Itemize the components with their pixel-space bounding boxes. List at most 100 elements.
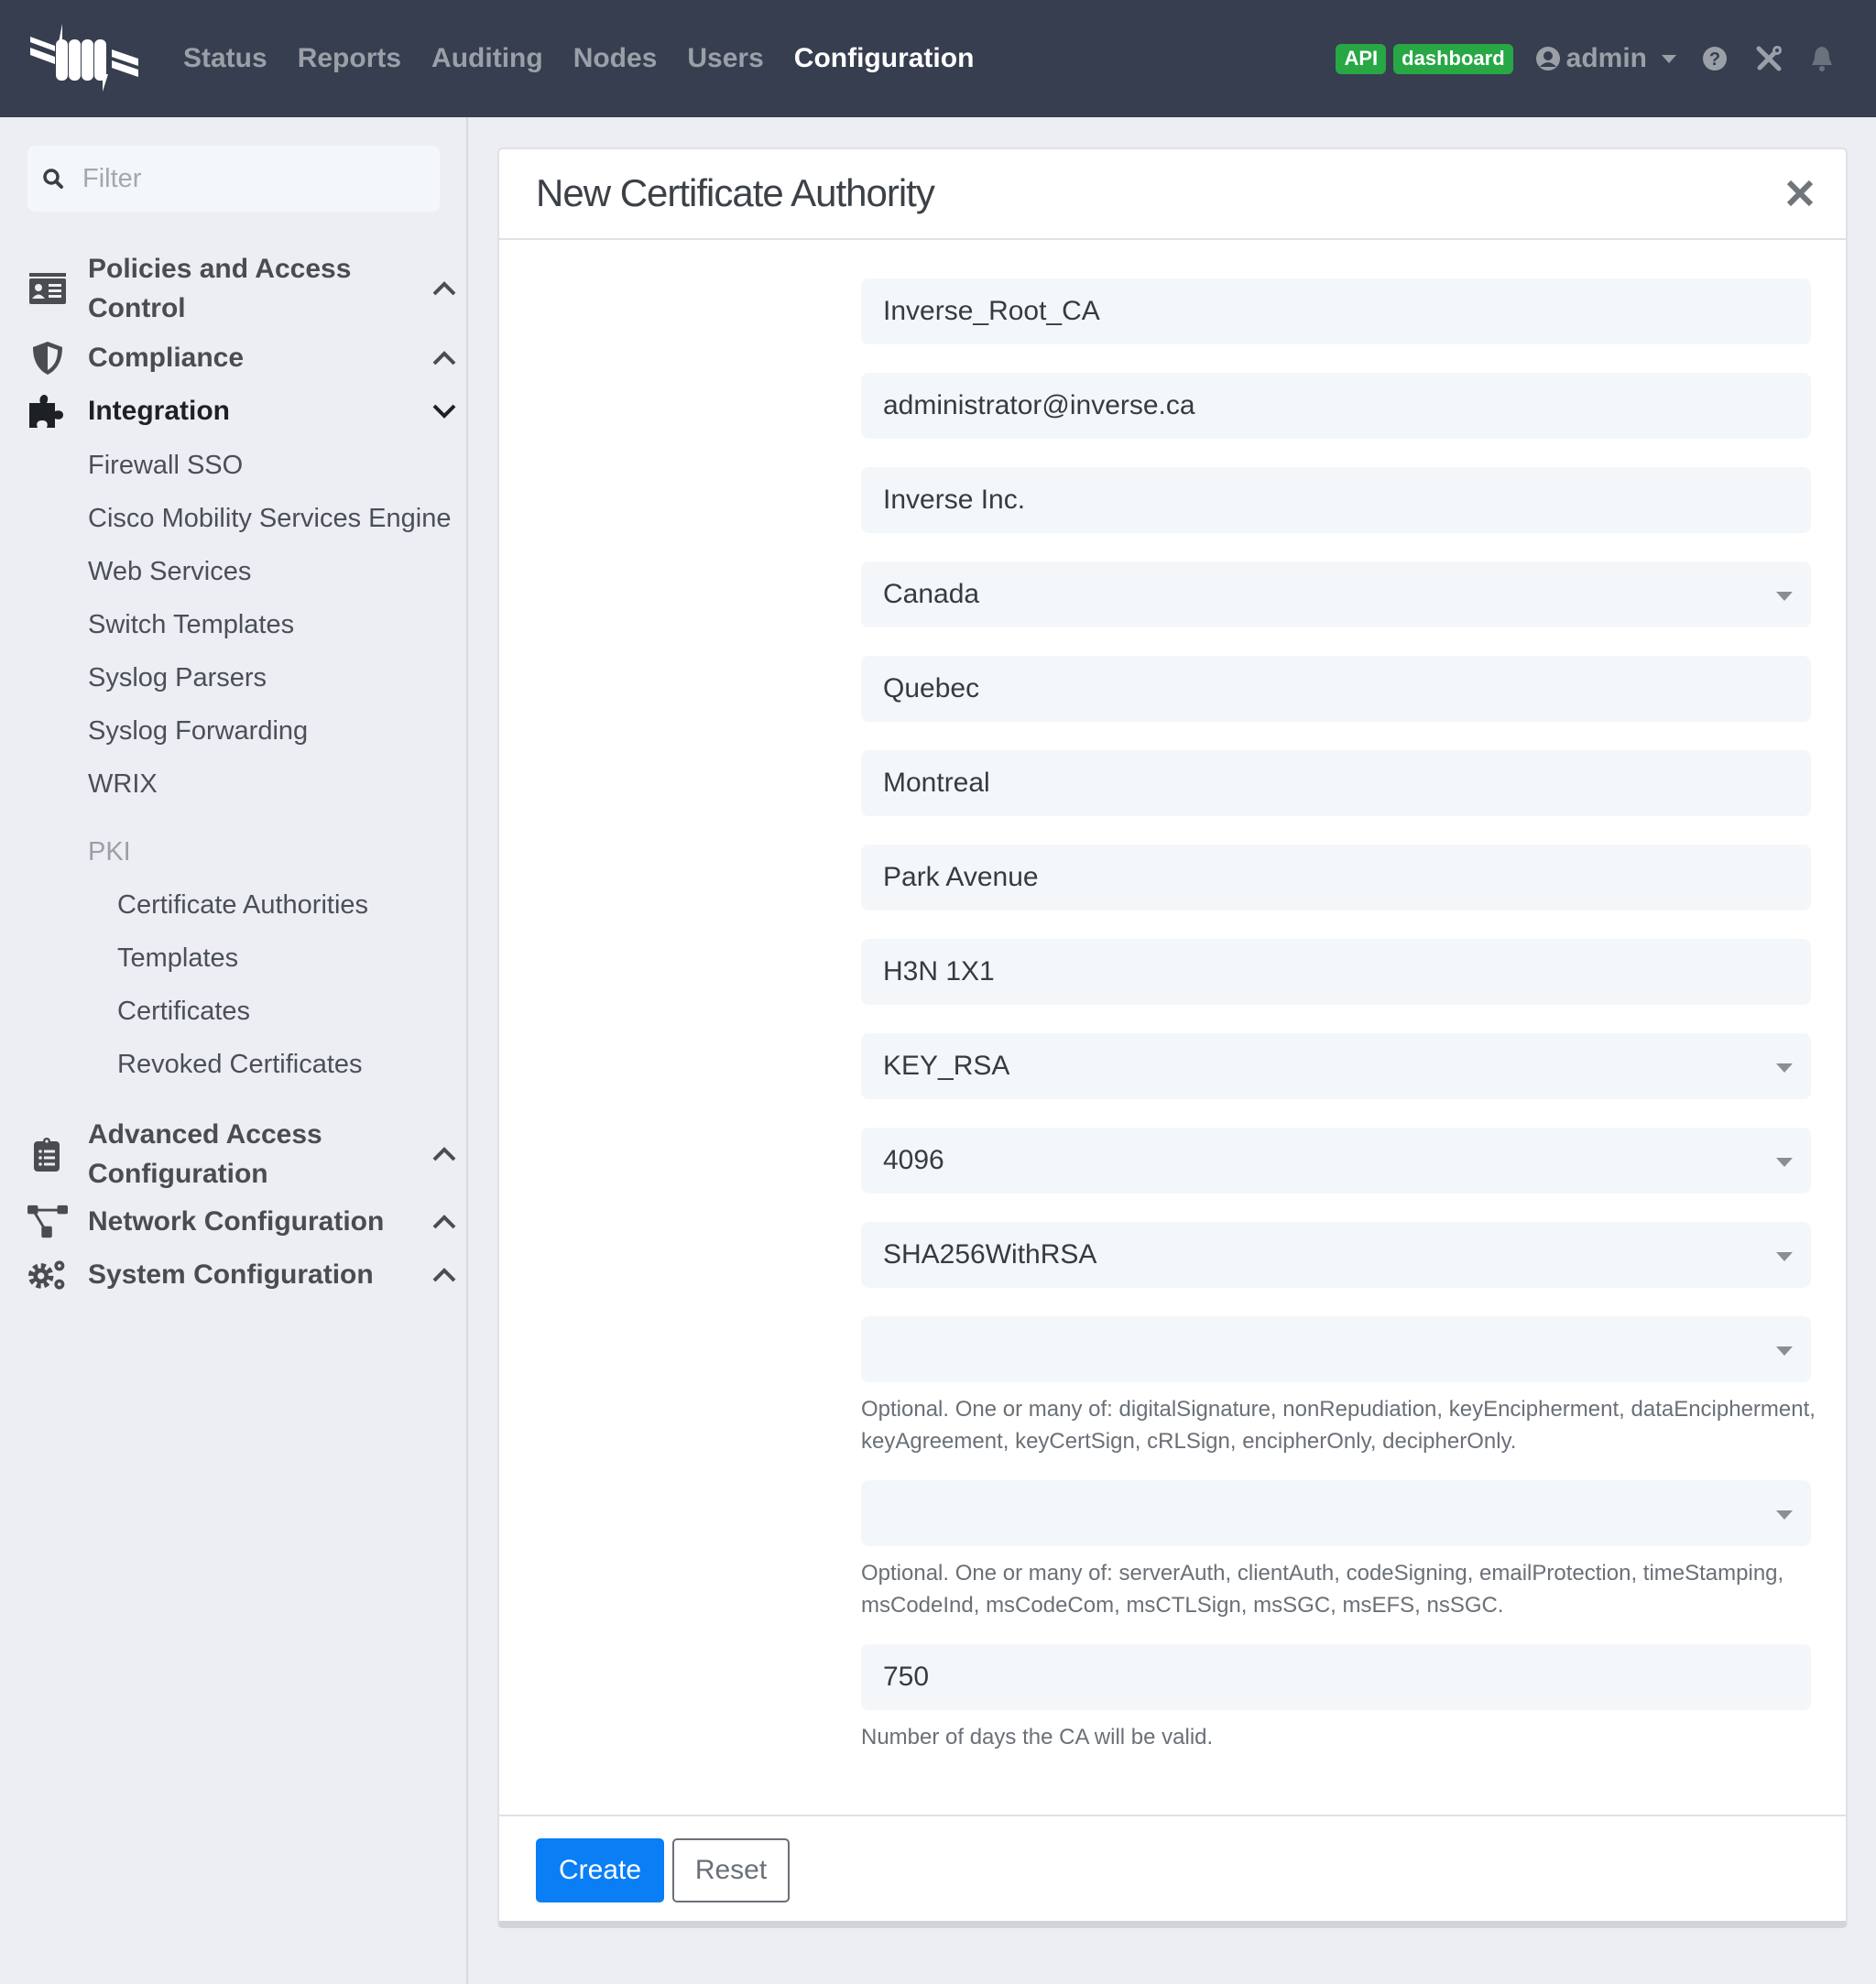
dashboard-badge[interactable]: dashboard	[1393, 43, 1513, 74]
puzzle-icon	[27, 394, 68, 429]
country-select[interactable]: Canada	[861, 561, 1811, 627]
sidebar-heading-pki: PKI	[88, 837, 131, 867]
digest-value: SHA256WithRSA	[883, 1239, 1097, 1270]
caret-down-icon	[1662, 54, 1676, 63]
sitemap-icon	[27, 1205, 68, 1239]
postal-code-input[interactable]: H3N 1X1	[861, 939, 1811, 1005]
caret-down-icon	[1776, 1510, 1793, 1520]
user-name: admin	[1565, 43, 1647, 73]
sidebar-section-policies[interactable]: Policies and Access Control	[27, 249, 458, 328]
chevron-up-icon	[432, 1147, 456, 1161]
organisation-input[interactable]: Inverse Inc.	[861, 467, 1811, 533]
chevron-down-icon	[432, 404, 456, 419]
locality-value: Montreal	[883, 768, 990, 798]
nav-status[interactable]: Status	[183, 43, 267, 74]
sidebar-item-revoked-certificates[interactable]: Revoked Certificates	[117, 1050, 363, 1080]
cogs-icon	[27, 1258, 68, 1292]
key-size-select[interactable]: 4096	[861, 1128, 1811, 1194]
sidebar-section-advanced-access[interactable]: Advanced Access Configuration	[27, 1115, 458, 1194]
digest-select[interactable]: SHA256WithRSA	[861, 1222, 1811, 1288]
bell-icon[interactable]	[1810, 45, 1834, 72]
clipboard-list-icon	[27, 1137, 68, 1172]
caret-down-icon	[1776, 1158, 1793, 1167]
filter-input[interactable]	[82, 163, 412, 194]
packetfence-logo[interactable]	[27, 24, 141, 92]
caret-down-icon	[1776, 1346, 1793, 1356]
sidebar-section-label: Network Configuration	[88, 1206, 385, 1237]
email-input[interactable]: administrator@inverse.ca	[861, 373, 1811, 439]
nav-nodes[interactable]: Nodes	[573, 43, 658, 74]
caret-down-icon	[1776, 1252, 1793, 1261]
common-name-value: Inverse_Root_CA	[883, 296, 1100, 326]
key-type-value: KEY_RSA	[883, 1051, 1010, 1081]
email-value: administrator@inverse.ca	[883, 390, 1195, 420]
street-address-value: Park Avenue	[883, 862, 1039, 892]
close-icon[interactable]	[1785, 179, 1815, 208]
sidebar-item-switch-templates[interactable]: Switch Templates	[88, 610, 294, 640]
tools-icon[interactable]	[1755, 45, 1783, 72]
help-icon[interactable]: ?	[1702, 46, 1728, 71]
card-header: New Certificate Authority	[499, 149, 1846, 240]
sidebar-section-label: System Configuration	[88, 1259, 374, 1290]
nav-auditing[interactable]: Auditing	[431, 43, 543, 74]
sidebar-section-compliance[interactable]: Compliance	[27, 338, 458, 377]
top-navbar: Status Reports Auditing Nodes Users Conf…	[0, 0, 1876, 117]
sidebar-section-label: Advanced Access Configuration	[88, 1119, 322, 1189]
svg-text:?: ?	[1709, 49, 1720, 70]
locality-input[interactable]: Montreal	[861, 750, 1811, 816]
state-or-province-input[interactable]: Quebec	[861, 656, 1811, 722]
sidebar-item-cisco-mse[interactable]: Cisco Mobility Services Engine	[88, 504, 451, 534]
search-icon	[43, 169, 63, 189]
chevron-up-icon	[432, 350, 456, 365]
page-title: New Certificate Authority	[536, 171, 935, 214]
sidebar-section-network[interactable]: Network Configuration	[27, 1202, 458, 1241]
sidebar-item-certificates[interactable]: Certificates	[117, 997, 250, 1027]
extended-key-usage-select[interactable]	[861, 1480, 1811, 1546]
sidebar-item-wrix[interactable]: WRIX	[88, 769, 158, 800]
sidebar-section-label: Policies and Access Control	[88, 254, 352, 323]
days-help-text: Number of days the CA will be valid.	[861, 1725, 1214, 1750]
card-footer: Create Reset	[499, 1815, 1846, 1923]
caret-down-icon	[1776, 1063, 1793, 1073]
api-badge[interactable]: API	[1336, 43, 1387, 74]
sidebar-item-web-services[interactable]: Web Services	[88, 557, 251, 587]
days-input[interactable]: 750	[861, 1644, 1811, 1710]
sidebar: Policies and Access Control Compliance I…	[0, 117, 468, 1984]
nav-configuration[interactable]: Configuration	[794, 43, 975, 74]
key-type-select[interactable]: KEY_RSA	[861, 1033, 1811, 1099]
sidebar-section-integration[interactable]: Integration	[27, 391, 458, 431]
key-usage-select[interactable]	[861, 1316, 1811, 1382]
reset-button[interactable]: Reset	[672, 1838, 790, 1902]
sidebar-section-label: Integration	[88, 396, 230, 426]
create-button[interactable]: Create	[536, 1838, 664, 1902]
caret-down-icon	[1776, 592, 1793, 601]
postal-code-value: H3N 1X1	[883, 956, 995, 987]
common-name-input[interactable]: Inverse_Root_CA	[861, 278, 1811, 344]
organisation-value: Inverse Inc.	[883, 485, 1026, 515]
sidebar-item-syslog-parsers[interactable]: Syslog Parsers	[88, 663, 267, 693]
sidebar-section-label: Compliance	[88, 343, 245, 373]
nav-users[interactable]: Users	[687, 43, 763, 74]
new-ca-card: New Certificate Authority Common NameInv…	[497, 147, 1848, 1928]
key-usage-help-text: Optional. One or many of: digitalSignatu…	[861, 1397, 1816, 1454]
sidebar-item-syslog-forwarding[interactable]: Syslog Forwarding	[88, 716, 308, 747]
sidebar-item-certificate-authorities[interactable]: Certificate Authorities	[117, 890, 368, 921]
chevron-up-icon	[432, 281, 456, 296]
sidebar-item-pki-templates[interactable]: Templates	[117, 943, 238, 974]
id-card-icon	[27, 273, 68, 304]
chevron-up-icon	[432, 1214, 456, 1228]
filter-box[interactable]	[27, 146, 440, 212]
chevron-up-icon	[432, 1267, 456, 1281]
sidebar-item-firewall-sso[interactable]: Firewall SSO	[88, 451, 243, 481]
shield-icon	[27, 341, 68, 376]
street-address-input[interactable]: Park Avenue	[861, 845, 1811, 910]
user-circle-icon	[1535, 47, 1560, 71]
nav-reports[interactable]: Reports	[298, 43, 401, 74]
country-value: Canada	[883, 579, 980, 609]
state-or-province-value: Quebec	[883, 673, 980, 703]
extended-key-usage-help-text: Optional. One or many of: serverAuth, cl…	[861, 1561, 1784, 1618]
key-size-value: 4096	[883, 1145, 944, 1175]
sidebar-section-system[interactable]: System Configuration	[27, 1255, 458, 1294]
user-menu[interactable]: admin	[1535, 43, 1676, 74]
days-value: 750	[883, 1662, 930, 1692]
